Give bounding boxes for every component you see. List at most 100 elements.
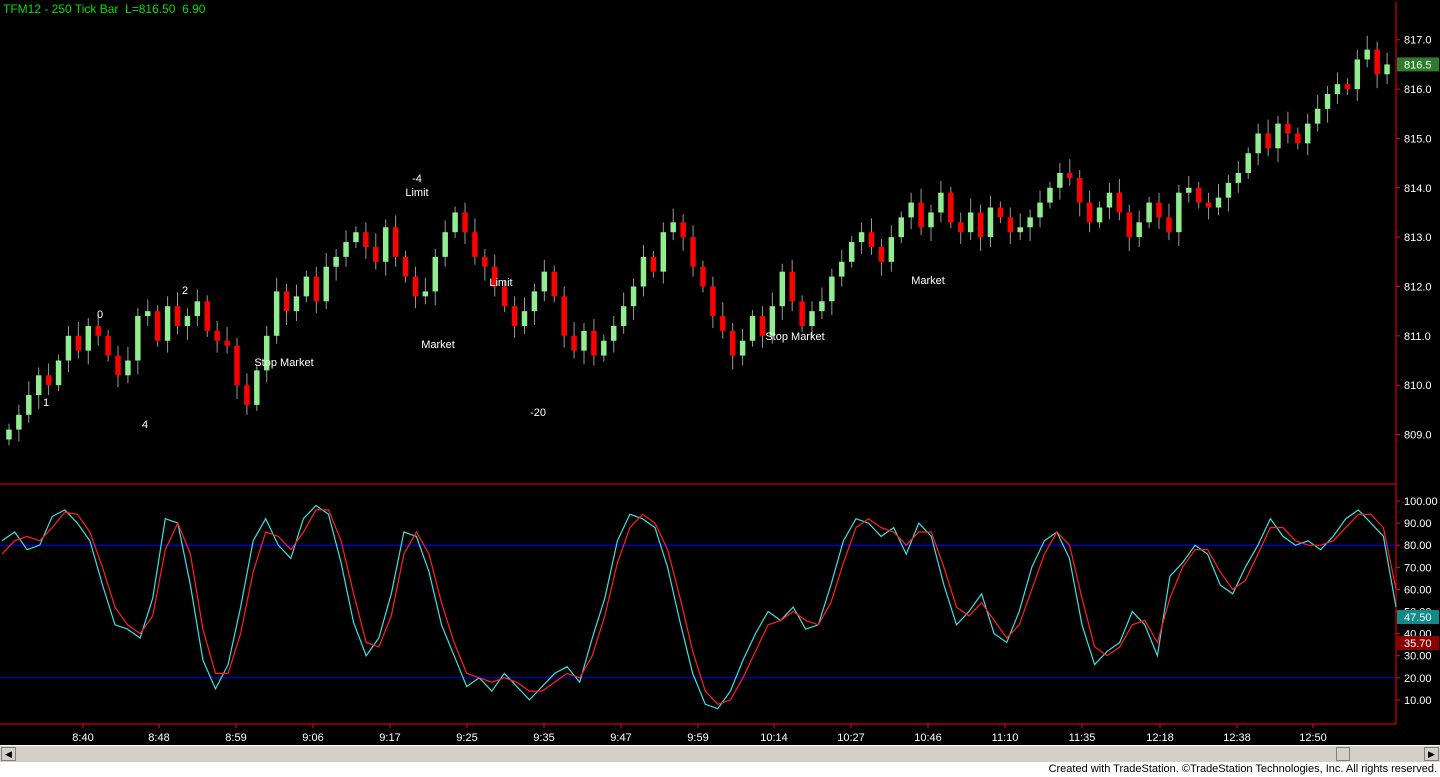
- candle-body: [1374, 49, 1380, 75]
- candle-body: [521, 311, 528, 326]
- candle-body: [809, 311, 815, 326]
- candle-body: [581, 330, 587, 351]
- candle-body: [452, 212, 458, 233]
- scroll-left-button[interactable]: ◀: [1, 747, 16, 761]
- osc-slow-line: [1, 509, 1397, 705]
- order-annotation: 0: [97, 309, 103, 321]
- time-tick-label: 12:50: [1299, 732, 1327, 744]
- order-annotation: 1: [43, 397, 49, 409]
- candle-body: [1265, 133, 1271, 149]
- candle-body: [1047, 187, 1053, 203]
- candle-body: [224, 340, 230, 346]
- symbol-label: TFM12 - 250 Tick Bar: [3, 2, 119, 16]
- candle-body: [878, 247, 885, 262]
- order-annotation: -20: [530, 407, 546, 419]
- osc-tick-label: 60.00: [1404, 584, 1432, 596]
- horizontal-scrollbar[interactable]: ◀ ▶: [0, 745, 1440, 763]
- candle-body: [65, 335, 72, 361]
- price-tick-label: 815.0: [1404, 133, 1432, 145]
- time-tick-label: 12:18: [1146, 732, 1174, 744]
- candle-body: [1086, 202, 1093, 223]
- candle-body: [1067, 172, 1073, 178]
- candle-body: [640, 256, 647, 287]
- time-tick-label: 8:59: [225, 732, 246, 744]
- price-tick-label: 813.0: [1404, 232, 1432, 244]
- time-tick-label: 10:27: [837, 732, 865, 744]
- scroll-thumb[interactable]: [1336, 747, 1350, 761]
- candle-body: [1205, 202, 1212, 208]
- candle-body: [234, 345, 240, 386]
- candle-body: [75, 335, 82, 351]
- candle-body: [1354, 59, 1361, 90]
- candle-body: [829, 276, 835, 302]
- candle-body: [779, 271, 785, 307]
- candle-body: [977, 212, 984, 238]
- time-tick-label: 9:35: [533, 732, 554, 744]
- osc-tick-label: 30.00: [1404, 651, 1432, 663]
- order-annotation: -4: [412, 173, 422, 185]
- candle-body: [1076, 177, 1083, 203]
- candle-body: [848, 242, 855, 262]
- candle-body: [95, 325, 101, 336]
- candle-body: [273, 291, 280, 336]
- candle-body: [611, 325, 617, 341]
- chart-area: 809.0 810.0 811.0 812.0 813.0 814.0 815.0 816.0…: [0, 2, 1439, 744]
- candle-body: [650, 256, 657, 272]
- candle-body: [501, 286, 508, 307]
- candle-body: [85, 325, 91, 351]
- candle-body: [45, 375, 52, 386]
- candle-body: [1027, 217, 1033, 228]
- candle-body: [868, 232, 875, 247]
- candle-body: [184, 316, 191, 326]
- time-tick-label: 12:38: [1223, 732, 1251, 744]
- candle-body: [700, 266, 706, 287]
- candle-body: [105, 335, 111, 356]
- candle-body: [313, 276, 320, 302]
- osc-fast-value: 47.50: [1404, 612, 1432, 624]
- candle-body: [710, 286, 716, 317]
- time-tick-label: 10:14: [760, 732, 788, 744]
- candle-body: [551, 271, 557, 297]
- candle-body: [591, 330, 597, 356]
- last-price-value: 816.5: [1404, 59, 1432, 71]
- time-tick-label: 8:48: [148, 732, 169, 744]
- osc-tick-label: 90.00: [1404, 518, 1432, 530]
- candle-body: [1215, 197, 1222, 208]
- scroll-right-button[interactable]: ▶: [1424, 747, 1439, 761]
- candle-body: [918, 202, 924, 228]
- candle-body: [382, 227, 389, 262]
- candle-body: [1364, 49, 1370, 60]
- candle-body: [938, 192, 944, 213]
- candle-body: [55, 360, 62, 386]
- candle-body: [16, 414, 22, 430]
- candle-body: [1305, 123, 1311, 144]
- candle-body: [670, 222, 676, 233]
- candle-body: [928, 212, 934, 228]
- price-tick-label: 812.0: [1404, 281, 1432, 293]
- candle-body: [35, 375, 42, 396]
- candle-body: [729, 330, 736, 356]
- osc-tick-label: 70.00: [1404, 562, 1432, 574]
- osc-tick-label: 100.00: [1404, 496, 1438, 508]
- candle-body: [26, 395, 32, 415]
- time-tick-label: 11:10: [992, 732, 1019, 744]
- candle-body: [254, 370, 260, 405]
- candle-body: [1136, 222, 1142, 238]
- time-tick-label: 9:06: [302, 732, 323, 744]
- osc-slow-value: 35.70: [1404, 638, 1432, 650]
- order-annotation: Stop Market: [254, 357, 313, 369]
- candle-body: [839, 261, 845, 277]
- candle-body: [789, 271, 795, 302]
- candle-body: [1156, 202, 1162, 218]
- candle-body: [819, 301, 825, 312]
- candle-body: [303, 276, 310, 297]
- order-annotation: Market: [911, 275, 945, 287]
- osc-tick-label: 10.00: [1404, 695, 1432, 707]
- candle-body: [1275, 123, 1281, 149]
- candle-body: [472, 232, 478, 257]
- candle-body: [620, 306, 627, 326]
- candle-body: [343, 242, 349, 257]
- price-tick-label: 817.0: [1404, 35, 1432, 47]
- candle-body: [1255, 133, 1261, 154]
- candle-body: [412, 276, 419, 297]
